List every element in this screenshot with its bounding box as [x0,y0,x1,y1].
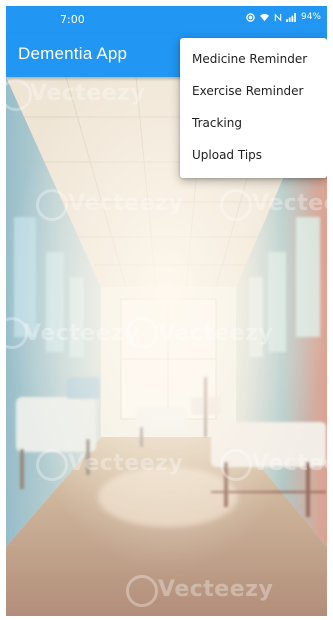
overflow-menu: Medicine Reminder Exercise Reminder Trac… [180,38,327,178]
status-icons: 94% [246,12,321,22]
menu-item-tracking[interactable]: Tracking [180,107,327,139]
record-icon [246,12,255,22]
app-title: Dementia App [18,44,128,63]
status-time: 7:00 [60,13,85,26]
menu-item-upload-tips[interactable]: Upload Tips [180,139,327,171]
battery-percent: 94% [300,12,321,22]
phone-screen: 7:00 94% Dementia App Vecteezy Vecteezy … [6,6,327,616]
nfc-icon [274,12,282,22]
menu-item-medicine-reminder[interactable]: Medicine Reminder [180,43,327,75]
wifi-icon [259,13,270,22]
menu-item-exercise-reminder[interactable]: Exercise Reminder [180,75,327,107]
status-bar: 7:00 94% [6,6,327,34]
signal-icon [286,12,297,22]
